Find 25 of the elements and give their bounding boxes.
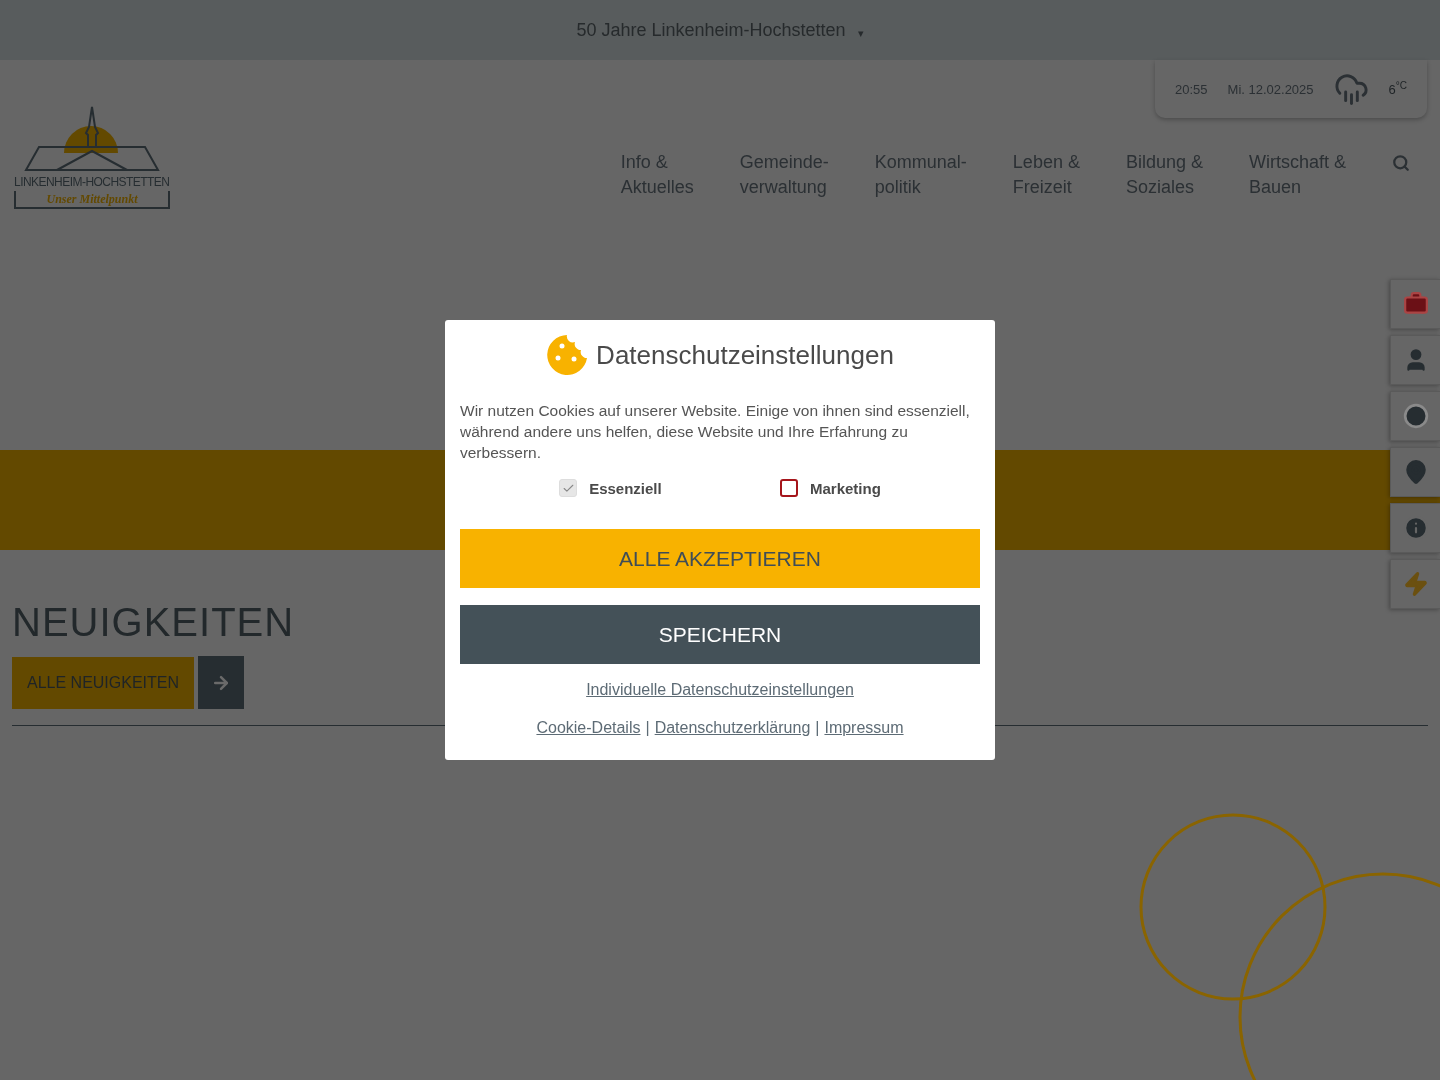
footer-link[interactable]: Datenschutzerklärung (654, 719, 811, 737)
time-text: 20:55 (1175, 81, 1208, 97)
link-separator: | (815, 719, 820, 737)
save-button[interactable]: SPEICHERN (460, 605, 980, 664)
checkbox-label: Marketing (810, 479, 881, 497)
dropdown-caret[interactable]: ▾ (857, 26, 864, 40)
dialog-text: Wir nutzen Cookies auf unserer Website. Einige von ihnen sind essenziell, während andere uns helfen, diese Website und Ihre Erfahrung zu verbessern. (460, 401, 971, 463)
nav-link[interactable]: Info & Aktuelles (620, 150, 694, 200)
nav-link[interactable]: Wirtschaft & Bauen (1249, 150, 1346, 200)
nav-link[interactable]: Bildung & Soziales (1125, 150, 1203, 200)
nav-link[interactable]: Gemeinde- verwaltung (739, 150, 829, 200)
settings-link[interactable]: Individuelle Datenschutzeinstellungen (586, 681, 854, 699)
date-text: Mi. 12.02.2025 (1227, 81, 1314, 97)
nav-link[interactable]: Kommunal- politik (874, 150, 967, 200)
link-separator: | (645, 719, 650, 737)
footer-link[interactable]: Cookie-Details (536, 719, 641, 737)
section-title: NEUIGKEITEN (12, 600, 295, 645)
footer-link[interactable]: Impressum (824, 719, 904, 737)
dialog-title: Datenschutzeinstellungen (596, 339, 894, 371)
nav-link[interactable]: Leben & Freizeit (1012, 150, 1080, 200)
logo[interactable]: LINKENHEIM-HOCHSTETTEN Unser Mittelpunkt (12, 105, 172, 213)
temperature-text: 6$^{°C}$ (1388, 80, 1407, 98)
checkbox-label: Essenziell (589, 479, 662, 497)
all-news-button[interactable]: ALLE NEUIGKEITEN (12, 657, 195, 709)
accept-all-button[interactable]: ALLE AKZEPTIEREN (460, 529, 980, 588)
